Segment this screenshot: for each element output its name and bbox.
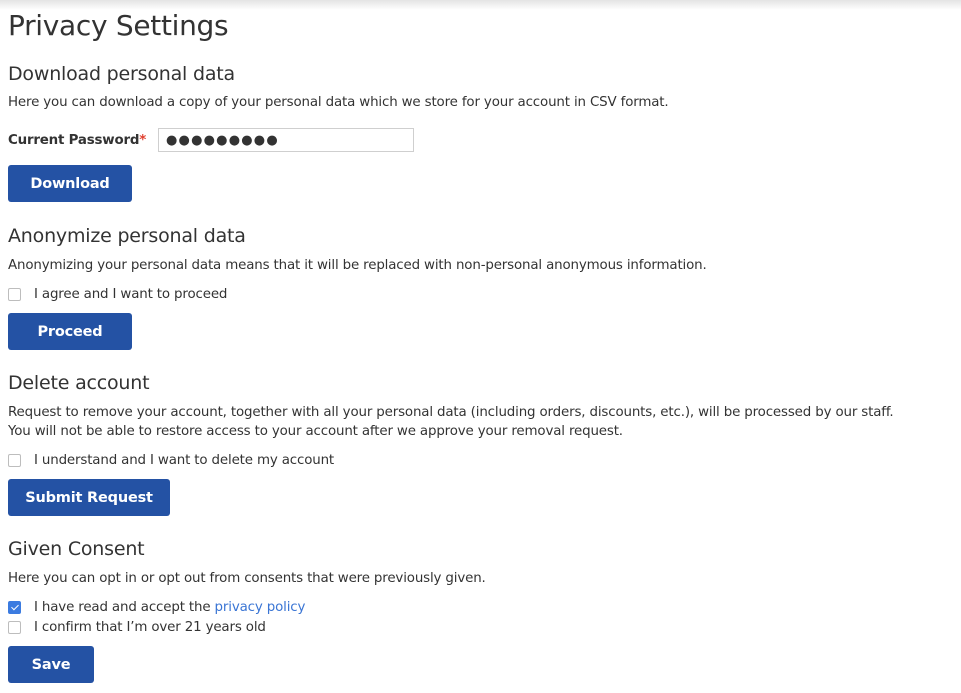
anonymize-heading: Anonymize personal data: [8, 225, 246, 247]
anonymize-agree-row[interactable]: I agree and I want to proceed: [8, 285, 227, 303]
anonymize-description: Anonymizing your personal data means tha…: [8, 258, 707, 273]
given-consent-heading: Given Consent: [8, 538, 145, 560]
save-button[interactable]: Save: [8, 646, 94, 683]
current-password-label-text: Current Password: [8, 132, 140, 148]
privacy-policy-checkbox[interactable]: [8, 600, 21, 614]
delete-account-heading: Delete account: [8, 372, 150, 394]
delete-confirm-checkbox[interactable]: [8, 453, 21, 467]
privacy-policy-link[interactable]: privacy policy: [215, 600, 306, 615]
current-password-input[interactable]: [158, 128, 414, 152]
delete-confirm-row[interactable]: I understand and I want to delete my acc…: [8, 451, 334, 469]
download-button[interactable]: Download: [8, 165, 132, 202]
submit-request-button[interactable]: Submit Request: [8, 479, 170, 516]
download-description: Here you can download a copy of your per…: [8, 95, 669, 110]
delete-confirm-label: I understand and I want to delete my acc…: [34, 452, 335, 468]
anonymize-agree-checkbox[interactable]: [8, 287, 21, 301]
download-heading: Download personal data: [8, 63, 235, 85]
privacy-policy-label-text: I have read and accept the: [34, 599, 215, 615]
age-confirm-label: I confirm that I’m over 21 years old: [34, 619, 266, 635]
age-confirm-checkbox[interactable]: [8, 620, 21, 634]
page-title: Privacy Settings: [8, 9, 229, 42]
consent-description: Here you can opt in or opt out from cons…: [8, 571, 486, 586]
current-password-label: Current Password*: [8, 133, 146, 148]
required-mark: *: [139, 132, 147, 148]
current-password-row: Current Password*: [8, 128, 414, 152]
anonymize-agree-label: I agree and I want to proceed: [34, 286, 228, 302]
delete-description-line1: Request to remove your account, together…: [8, 405, 894, 420]
delete-description-line2: You will not be able to restore access t…: [8, 424, 623, 439]
consent-age-row[interactable]: I confirm that I’m over 21 years old: [8, 618, 266, 636]
proceed-button[interactable]: Proceed: [8, 313, 132, 350]
consent-privacy-policy-row[interactable]: I have read and accept the privacy polic…: [8, 598, 305, 616]
privacy-policy-label: I have read and accept the privacy polic…: [34, 600, 305, 615]
